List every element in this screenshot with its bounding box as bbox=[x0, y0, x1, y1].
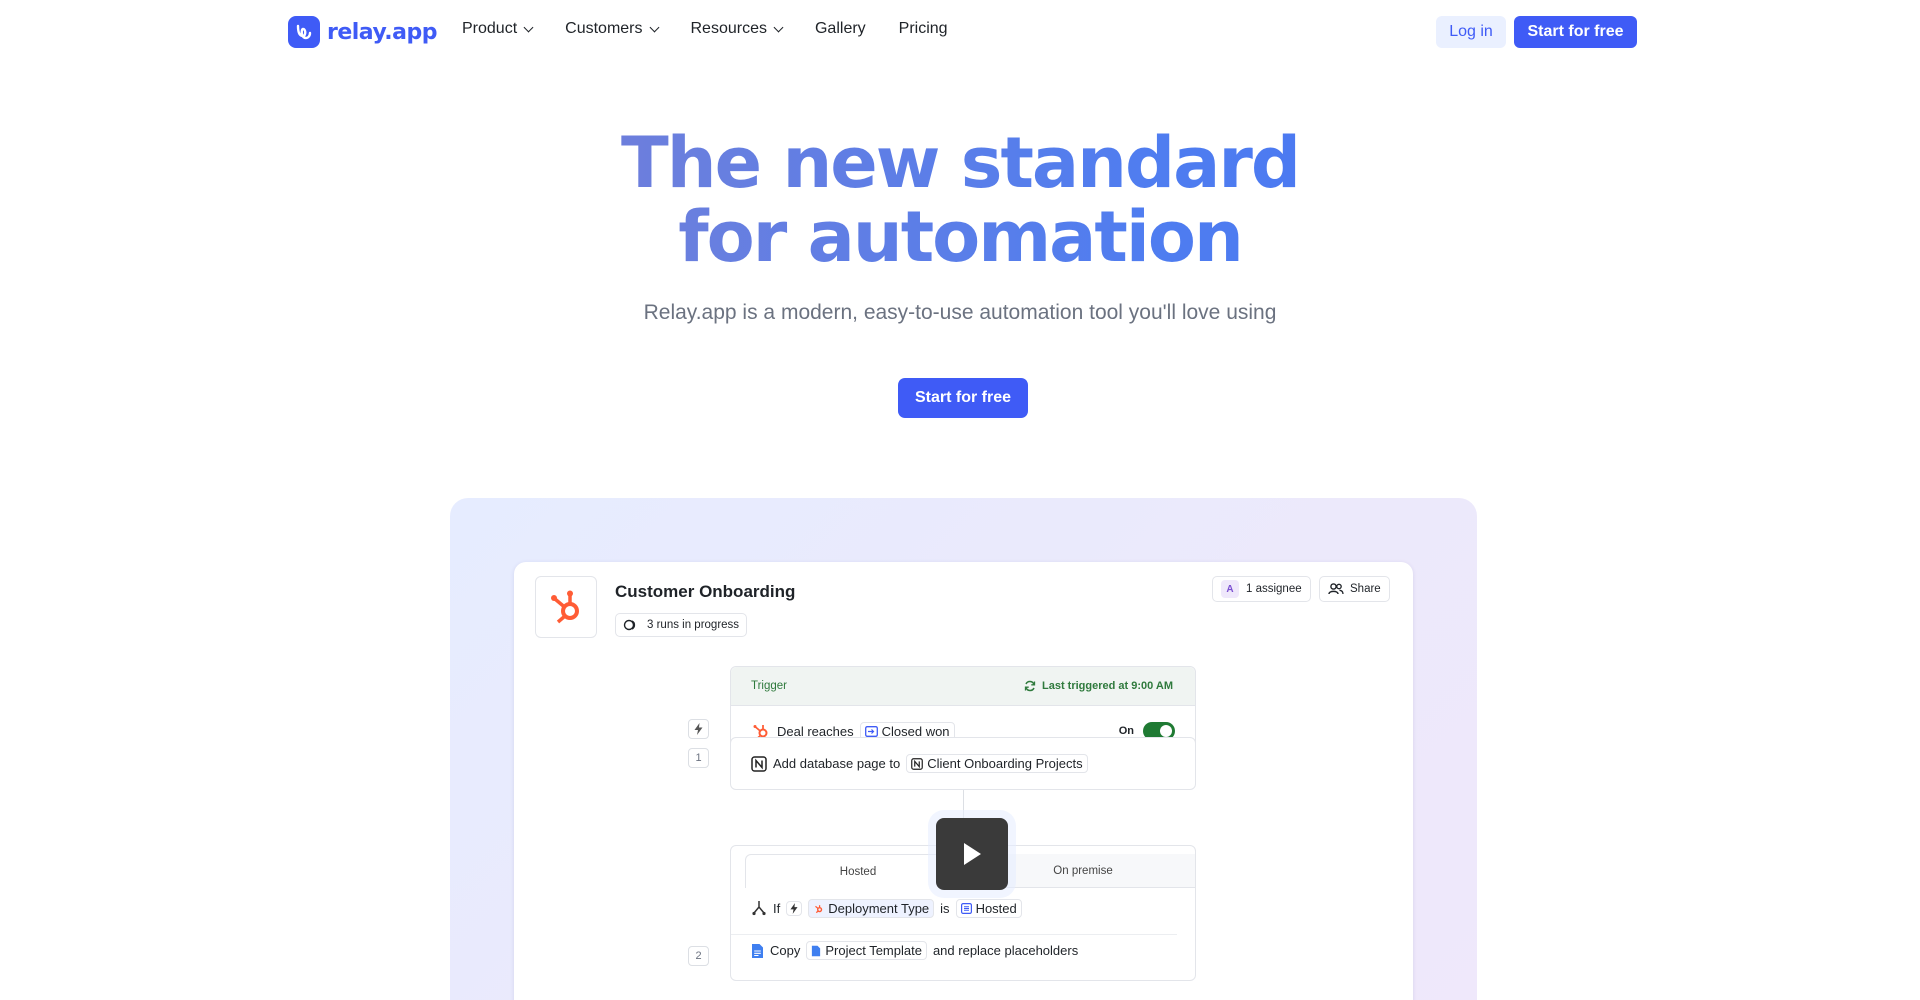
project-template-label: Project Template bbox=[825, 943, 922, 958]
hero-subtitle: Relay.app is a modern, easy-to-use autom… bbox=[643, 301, 1277, 324]
nav-resources[interactable]: Resources bbox=[690, 20, 784, 38]
refresh-icon bbox=[1024, 680, 1036, 692]
if-label: If bbox=[773, 900, 781, 916]
trigger-ref-chip bbox=[786, 900, 803, 916]
hero-title-line1: The new standard bbox=[0, 126, 1920, 200]
product-showcase: Customer Onboarding 3 runs in progress A… bbox=[450, 498, 1477, 1000]
add-database-step[interactable]: Add database page to Client Onboarding P… bbox=[730, 737, 1196, 790]
workflow-title: Customer Onboarding bbox=[615, 582, 796, 601]
hero-title-line2: for automation bbox=[0, 200, 1920, 274]
relay-logo-icon bbox=[288, 16, 320, 48]
project-template-chip[interactable]: Project Template bbox=[806, 941, 927, 960]
step1-text: Add database page to bbox=[773, 756, 901, 771]
toggle-label: On bbox=[1118, 725, 1134, 737]
chevron-down-icon bbox=[773, 22, 784, 32]
nav-product[interactable]: Product bbox=[462, 20, 534, 38]
start-free-hero-button[interactable]: Start for free bbox=[898, 378, 1028, 418]
copy-suffix: and replace placeholders bbox=[932, 943, 1079, 958]
users-icon bbox=[1328, 583, 1344, 595]
nav-gallery[interactable]: Gallery bbox=[815, 20, 866, 38]
assignee-label: 1 assignee bbox=[1246, 583, 1302, 595]
list-icon bbox=[960, 902, 972, 914]
last-triggered: Last triggered at 9:00 AM bbox=[1024, 680, 1173, 692]
avatar: A bbox=[1221, 580, 1239, 598]
notion-icon bbox=[911, 757, 924, 770]
database-label: Client Onboarding Projects bbox=[927, 756, 1083, 771]
trigger-step-marker bbox=[688, 719, 709, 739]
hosted-value-chip[interactable]: Hosted bbox=[955, 898, 1022, 918]
google-docs-icon bbox=[812, 945, 821, 956]
hosted-value-label: Hosted bbox=[975, 900, 1017, 916]
trigger-label: Trigger bbox=[751, 680, 787, 692]
nav-links: Product Customers Resources Gallery Pric… bbox=[462, 20, 981, 38]
nav-pricing[interactable]: Pricing bbox=[899, 20, 948, 38]
is-label: is bbox=[940, 900, 950, 916]
google-docs-icon bbox=[752, 943, 763, 958]
nav-customers[interactable]: Customers bbox=[565, 20, 659, 38]
runs-label: 3 runs in progress bbox=[647, 619, 740, 631]
branch-icon bbox=[752, 901, 766, 916]
logo-link[interactable]: relay.app bbox=[288, 16, 438, 48]
top-nav: relay.app Product Customers Resources Ga… bbox=[0, 0, 1920, 64]
last-triggered-label: Last triggered at 9:00 AM bbox=[1041, 680, 1173, 692]
nav-product-label: Product bbox=[462, 20, 518, 37]
logo-text: relay.app bbox=[327, 19, 438, 45]
copy-step-row[interactable]: Copy Project Template and replace placeh… bbox=[731, 934, 1177, 966]
play-icon bbox=[964, 843, 981, 865]
nav-pricing-label: Pricing bbox=[898, 20, 948, 37]
chevron-down-icon bbox=[649, 22, 659, 32]
deployment-type-chip[interactable]: Deployment Type bbox=[808, 898, 935, 918]
database-chip[interactable]: Client Onboarding Projects bbox=[906, 754, 1088, 773]
lightning-icon bbox=[694, 723, 703, 735]
condition-row: If Deployment Type is Hosted bbox=[751, 892, 1022, 924]
share-label: Share bbox=[1350, 583, 1381, 595]
deployment-type-label: Deployment Type bbox=[828, 900, 930, 916]
play-video-button[interactable] bbox=[936, 818, 1008, 890]
copy-label: Copy bbox=[770, 943, 801, 958]
runs-icon bbox=[623, 619, 636, 631]
trigger-header: Trigger Last triggered at 9:00 AM bbox=[731, 667, 1195, 706]
runs-status-badge[interactable]: 3 runs in progress bbox=[615, 613, 748, 637]
chevron-down-icon bbox=[523, 22, 534, 32]
step-number: 1 bbox=[688, 748, 709, 768]
start-free-nav-button[interactable]: Start for free bbox=[1514, 16, 1637, 48]
step-number: 2 bbox=[688, 946, 709, 966]
hubspot-icon bbox=[535, 576, 597, 638]
hero-title: The new standard for automation bbox=[0, 126, 1920, 274]
stage-icon bbox=[864, 725, 878, 737]
notion-icon bbox=[751, 755, 767, 772]
workflow-panel: Customer Onboarding 3 runs in progress A… bbox=[514, 562, 1413, 1000]
lightning-icon bbox=[790, 902, 798, 914]
hubspot-icon bbox=[815, 904, 823, 913]
login-button[interactable]: Log in bbox=[1436, 16, 1506, 48]
nav-gallery-label: Gallery bbox=[814, 20, 866, 37]
assignee-button[interactable]: A 1 assignee bbox=[1212, 576, 1311, 602]
step1-row: Add database page to Client Onboarding P… bbox=[751, 754, 1088, 773]
nav-resources-label: Resources bbox=[690, 20, 767, 37]
share-button[interactable]: Share bbox=[1319, 576, 1390, 602]
nav-customers-label: Customers bbox=[565, 20, 643, 37]
